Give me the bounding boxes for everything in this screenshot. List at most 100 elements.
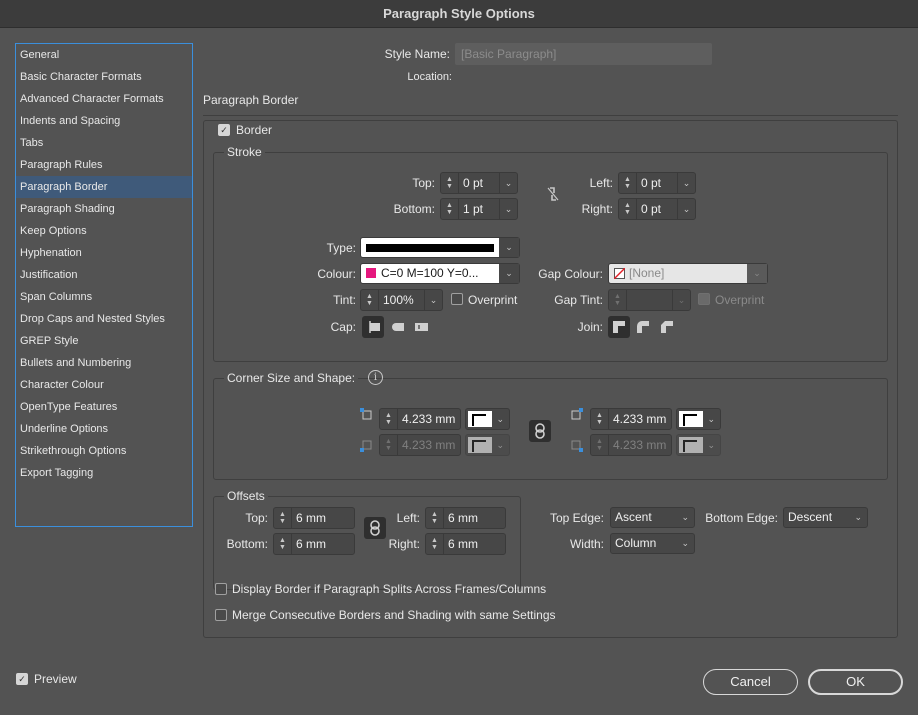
stepper-icon[interactable]: ▲ ▼ bbox=[441, 173, 459, 193]
sidebar-item-paragraph-rules[interactable]: Paragraph Rules bbox=[16, 154, 192, 176]
top-left-corner-size[interactable]: ▲ ▼ 4.233 mm bbox=[379, 408, 461, 430]
stroke-colour-select[interactable]: C=0 M=100 Y=0... ⌄ bbox=[360, 263, 520, 284]
link-chain-icon[interactable] bbox=[529, 420, 551, 442]
stroke-right-field[interactable]: ▲ ▼ 0 pt ⌄ bbox=[618, 198, 696, 220]
width-select[interactable]: Column ⌄ bbox=[610, 533, 695, 554]
chevron-down-icon[interactable]: ⌄ bbox=[677, 199, 695, 219]
sidebar-item-general[interactable]: General bbox=[16, 44, 192, 66]
stepper-icon[interactable]: ▲ ▼ bbox=[380, 409, 398, 429]
sidebar-item-keep-options[interactable]: Keep Options bbox=[16, 220, 192, 242]
projecting-cap-icon[interactable] bbox=[410, 316, 432, 338]
stepper-icon[interactable]: ▲ ▼ bbox=[619, 173, 637, 193]
sidebar-item-indents-and-spacing[interactable]: Indents and Spacing bbox=[16, 110, 192, 132]
bottom-right-corner-shape[interactable]: ⌄ bbox=[676, 434, 721, 456]
bottom-left-corner-size[interactable]: ▲ ▼ 4.233 mm bbox=[379, 434, 461, 456]
top-left-corner-shape[interactable]: ⌄ bbox=[465, 408, 510, 430]
sidebar-item-justification[interactable]: Justification bbox=[16, 264, 192, 286]
ok-button[interactable]: OK bbox=[808, 669, 903, 695]
chevron-down-icon[interactable]: ⌄ bbox=[424, 290, 442, 310]
bottom-left-corner-shape[interactable]: ⌄ bbox=[465, 434, 510, 456]
preview-label: Preview bbox=[34, 672, 77, 686]
offset-top-field[interactable]: ▲ ▼ 6 mm bbox=[273, 507, 355, 529]
stepper-icon[interactable]: ▲ ▼ bbox=[426, 508, 444, 528]
round-join-icon[interactable] bbox=[632, 316, 654, 338]
overprint-checkbox[interactable] bbox=[451, 293, 463, 305]
border-checkbox[interactable]: ✓ bbox=[218, 124, 230, 136]
round-cap-icon[interactable] bbox=[386, 316, 408, 338]
gap-overprint-checkbox[interactable] bbox=[698, 293, 710, 305]
stroke-type-select[interactable]: ⌄ bbox=[360, 237, 520, 258]
offset-right-field[interactable]: ▲ ▼ 6 mm bbox=[425, 533, 506, 555]
gap-colour-select[interactable]: [None] ⌄ bbox=[608, 263, 768, 284]
cap-label: Cap: bbox=[330, 320, 356, 334]
gap-overprint-label: Overprint bbox=[715, 293, 765, 307]
sidebar-item-advanced-character-formats[interactable]: Advanced Character Formats bbox=[16, 88, 192, 110]
join-label: Join: bbox=[577, 320, 603, 334]
chevron-down-icon[interactable]: ⌄ bbox=[672, 290, 690, 310]
sidebar-item-basic-character-formats[interactable]: Basic Character Formats bbox=[16, 66, 192, 88]
miter-join-icon[interactable] bbox=[608, 316, 630, 338]
chevron-down-icon[interactable]: ⌄ bbox=[499, 264, 519, 283]
sidebar-item-strikethrough-options[interactable]: Strikethrough Options bbox=[16, 440, 192, 462]
sidebar-item-paragraph-border[interactable]: Paragraph Border bbox=[16, 176, 192, 198]
offset-bottom-field[interactable]: ▲ ▼ 6 mm bbox=[273, 533, 355, 555]
butt-cap-icon[interactable] bbox=[362, 316, 384, 338]
square-corner-icon bbox=[683, 440, 697, 452]
top-right-corner-shape[interactable]: ⌄ bbox=[676, 408, 721, 430]
stepper-icon[interactable]: ▲ ▼ bbox=[380, 435, 398, 455]
stepper-icon[interactable]: ▲ ▼ bbox=[609, 290, 627, 310]
preview-checkbox[interactable]: ✓ bbox=[16, 673, 28, 685]
stroke-top-field[interactable]: ▲ ▼ 0 pt ⌄ bbox=[440, 172, 518, 194]
stepper-icon[interactable]: ▲ ▼ bbox=[591, 435, 609, 455]
chevron-down-icon[interactable]: ⌄ bbox=[747, 264, 767, 283]
chevron-down-icon[interactable]: ⌄ bbox=[496, 409, 504, 429]
sidebar-item-underline-options[interactable]: Underline Options bbox=[16, 418, 192, 440]
chevron-down-icon[interactable]: ⌄ bbox=[496, 435, 504, 455]
chevron-down-icon[interactable]: ⌄ bbox=[707, 435, 715, 455]
stepper-icon[interactable]: ▲ ▼ bbox=[441, 199, 459, 219]
stroke-tint-field[interactable]: ▲ ▼ 100% ⌄ bbox=[360, 289, 443, 311]
sidebar-item-export-tagging[interactable]: Export Tagging bbox=[16, 462, 192, 484]
stroke-left-field[interactable]: ▲ ▼ 0 pt ⌄ bbox=[618, 172, 696, 194]
stroke-type-label: Type: bbox=[326, 241, 356, 255]
cancel-button[interactable]: Cancel bbox=[703, 669, 798, 695]
stepper-icon[interactable]: ▲ ▼ bbox=[591, 409, 609, 429]
sidebar-item-span-columns[interactable]: Span Columns bbox=[16, 286, 192, 308]
bevel-join-icon[interactable] bbox=[656, 316, 678, 338]
chevron-down-icon[interactable]: ⌄ bbox=[499, 238, 519, 257]
sidebar-item-opentype-features[interactable]: OpenType Features bbox=[16, 396, 192, 418]
offsets-title: Offsets bbox=[224, 489, 268, 503]
top-right-corner-size[interactable]: ▲ ▼ 4.233 mm bbox=[590, 408, 672, 430]
chevron-down-icon[interactable]: ⌄ bbox=[677, 173, 695, 193]
info-icon[interactable]: i bbox=[368, 370, 383, 385]
stepper-icon[interactable]: ▲ ▼ bbox=[426, 534, 444, 554]
display-split-label: Display Border if Paragraph Splits Acros… bbox=[232, 582, 547, 596]
sidebar-item-grep-style[interactable]: GREP Style bbox=[16, 330, 192, 352]
bottom-right-corner-size[interactable]: ▲ ▼ 4.233 mm bbox=[590, 434, 672, 456]
style-name-field[interactable]: [Basic Paragraph] bbox=[455, 43, 712, 65]
offset-bottom-label: Bottom: bbox=[226, 537, 268, 551]
gap-tint-field[interactable]: ▲ ▼ ⌄ bbox=[608, 289, 691, 311]
merge-borders-checkbox[interactable] bbox=[215, 609, 227, 621]
sidebar-item-bullets-and-numbering[interactable]: Bullets and Numbering bbox=[16, 352, 192, 374]
chevron-down-icon[interactable]: ⌄ bbox=[499, 173, 517, 193]
display-split-checkbox[interactable] bbox=[215, 583, 227, 595]
chevron-down-icon: ⌄ bbox=[854, 512, 862, 522]
sidebar-item-hyphenation[interactable]: Hyphenation bbox=[16, 242, 192, 264]
top-edge-select[interactable]: Ascent ⌄ bbox=[610, 507, 695, 528]
stepper-icon[interactable]: ▲ ▼ bbox=[274, 534, 292, 554]
stepper-icon[interactable]: ▲ ▼ bbox=[619, 199, 637, 219]
bottom-edge-select[interactable]: Descent ⌄ bbox=[783, 507, 868, 528]
stepper-icon[interactable]: ▲ ▼ bbox=[274, 508, 292, 528]
sidebar-item-character-colour[interactable]: Character Colour bbox=[16, 374, 192, 396]
sidebar-item-paragraph-shading[interactable]: Paragraph Shading bbox=[16, 198, 192, 220]
stroke-bottom-field[interactable]: ▲ ▼ 1 pt ⌄ bbox=[440, 198, 518, 220]
offset-left-field[interactable]: ▲ ▼ 6 mm bbox=[425, 507, 506, 529]
sidebar-item-tabs[interactable]: Tabs bbox=[16, 132, 192, 154]
stepper-icon[interactable]: ▲ ▼ bbox=[361, 290, 379, 310]
sidebar-item-drop-caps[interactable]: Drop Caps and Nested Styles bbox=[16, 308, 192, 330]
chevron-down-icon[interactable]: ⌄ bbox=[707, 409, 715, 429]
category-list[interactable]: General Basic Character Formats Advanced… bbox=[15, 43, 193, 527]
offset-top-label: Top: bbox=[245, 511, 268, 525]
chevron-down-icon[interactable]: ⌄ bbox=[499, 199, 517, 219]
